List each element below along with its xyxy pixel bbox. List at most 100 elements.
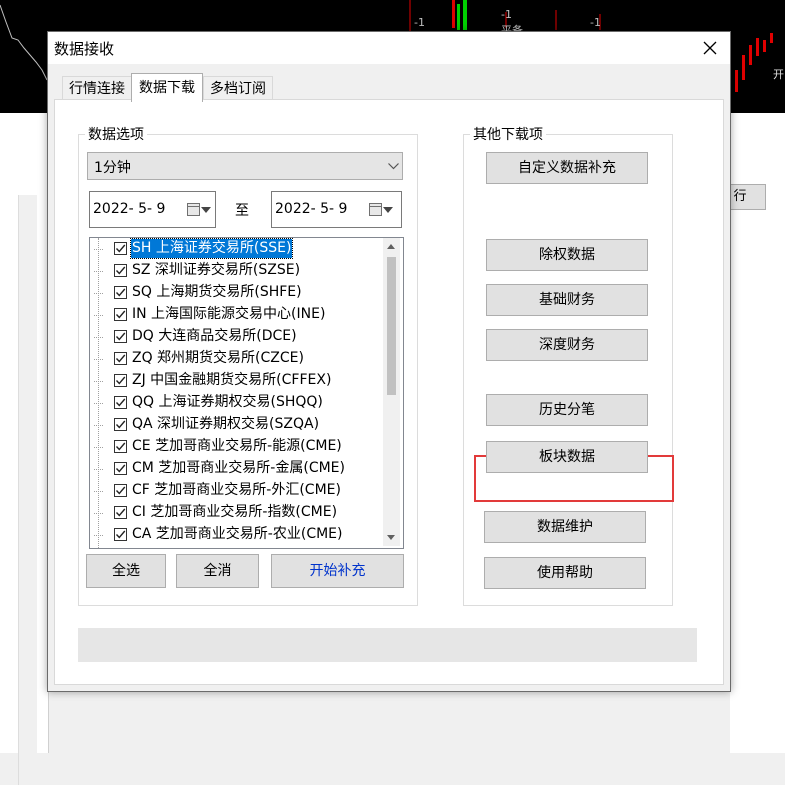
exchange-list-item[interactable]: IN 上海国际能源交易中心(INE) xyxy=(90,304,382,326)
other-downloads-title: 其他下载项 xyxy=(473,127,543,143)
end-date-picker[interactable]: 2022- 5- 9 xyxy=(271,191,402,228)
exchange-list-item[interactable]: SQ 上海期货交易所(SHFE) xyxy=(90,282,382,304)
tree-connector xyxy=(94,326,103,348)
exchange-label: ZQ 郑州期货交易所(CZCE) xyxy=(132,350,304,366)
exchange-list-item[interactable]: CM 芝加哥商业交易所-金属(CME) xyxy=(90,458,382,480)
period-value: 1分钟 xyxy=(94,160,131,176)
start-date-picker[interactable]: 2022- 5- 9 xyxy=(89,191,216,228)
end-date-value: 2022- 5- 9 xyxy=(275,201,348,217)
deep-finance-button[interactable]: 深度财务 xyxy=(486,329,648,361)
exchange-checkbox[interactable] xyxy=(114,484,127,497)
basic-finance-button[interactable]: 基础财务 xyxy=(486,284,648,316)
period-select[interactable]: 1分钟 xyxy=(87,152,403,180)
exchange-list-item[interactable]: CE 芝加哥商业交易所-能源(CME) xyxy=(90,436,382,458)
tree-connector-line xyxy=(94,425,103,427)
checkmark-icon xyxy=(115,288,126,297)
tree-connector xyxy=(94,304,103,326)
select-all-button[interactable]: 全选 xyxy=(86,554,166,588)
calendar-icon xyxy=(187,203,200,216)
history-tick-button[interactable]: 历史分笔 xyxy=(486,394,648,426)
exchange-label: QQ 上海证券期权交易(SHQQ) xyxy=(132,394,323,410)
exchange-list-item[interactable]: SZ 深圳证券交易所(SZSE) xyxy=(90,260,382,282)
checkmark-icon xyxy=(115,332,126,341)
exchange-list-item[interactable]: QA 深圳证券期权交易(SZQA) xyxy=(90,414,382,436)
exchange-label: IN 上海国际能源交易中心(INE) xyxy=(132,306,326,322)
exchange-list-item[interactable]: DQ 大连商品交易所(DCE) xyxy=(90,326,382,348)
exchange-checkbox[interactable] xyxy=(114,440,127,453)
checkmark-icon xyxy=(115,508,126,517)
tree-connector-line xyxy=(94,293,103,295)
exchange-list-item[interactable]: CI 芝加哥商业交易所-指数(CME) xyxy=(90,502,382,524)
exchange-label: SZ 深圳证券交易所(SZSE) xyxy=(132,262,301,278)
chevron-down-icon xyxy=(388,163,399,170)
exchange-list-item[interactable]: CF 芝加哥商业交易所-外汇(CME) xyxy=(90,480,382,502)
chart-label: -1 xyxy=(590,16,601,29)
status-bar xyxy=(78,628,697,662)
exchange-list-item[interactable]: ZJ 中国金融期货交易所(CFFEX) xyxy=(90,370,382,392)
exchange-checkbox[interactable] xyxy=(114,286,127,299)
sector-data-button[interactable]: 板块数据 xyxy=(486,441,648,473)
deselect-all-button[interactable]: 全消 xyxy=(176,554,259,588)
tree-connector xyxy=(94,436,103,458)
tree-connector xyxy=(94,524,103,546)
help-button[interactable]: 使用帮助 xyxy=(484,557,646,589)
tree-connector xyxy=(94,370,103,392)
exchange-list-item[interactable]: CA 芝加哥商业交易所-农业(CME) xyxy=(90,524,382,546)
exchange-list-item[interactable]: QQ 上海证券期权交易(SHQQ) xyxy=(90,392,382,414)
tree-connector-line xyxy=(94,535,103,537)
exchange-checkbox[interactable] xyxy=(114,528,127,541)
exchange-checkbox[interactable] xyxy=(114,396,127,409)
exchange-label: QA 深圳证券期权交易(SZQA) xyxy=(132,416,320,432)
tree-connector-line xyxy=(94,513,103,515)
data-maintenance-button[interactable]: 数据维护 xyxy=(484,511,646,543)
data-receive-dialog: 数据接收 行情连接 数据下载 多档订阅 数据选项 1分钟 2022- 5- 9 … xyxy=(47,31,731,692)
exchange-checkbox[interactable] xyxy=(114,506,127,519)
close-button[interactable] xyxy=(698,36,722,60)
exchange-label: CE 芝加哥商业交易所-能源(CME) xyxy=(132,438,342,454)
tab-data-download[interactable]: 数据下载 xyxy=(131,73,203,102)
exchange-checkbox[interactable] xyxy=(114,462,127,475)
date-separator: 至 xyxy=(235,203,249,219)
tree-connector xyxy=(94,392,103,414)
tree-connector-line xyxy=(94,447,103,449)
exchange-checkbox[interactable] xyxy=(114,242,127,255)
tree-connector-line xyxy=(94,469,103,471)
exchange-list-item[interactable]: ZQ 郑州期货交易所(CZCE) xyxy=(90,348,382,370)
checkmark-icon xyxy=(115,376,126,385)
tree-connector xyxy=(94,260,103,282)
checkmark-icon xyxy=(115,464,126,473)
scroll-up-icon[interactable] xyxy=(387,244,395,249)
checkmark-icon xyxy=(115,530,126,539)
custom-data-fill-button[interactable]: 自定义数据补充 xyxy=(486,152,648,184)
scrollbar-thumb[interactable] xyxy=(387,257,396,395)
chart-label: -1 xyxy=(414,16,425,29)
exchange-checkbox[interactable] xyxy=(114,352,127,365)
checkmark-icon xyxy=(115,442,126,451)
scroll-down-icon[interactable] xyxy=(387,535,395,540)
exchange-checkbox[interactable] xyxy=(114,374,127,387)
tab-quote-connection[interactable]: 行情连接 xyxy=(62,76,132,101)
tab-multi-level-subscription[interactable]: 多档订阅 xyxy=(203,76,273,101)
exchange-label: DQ 大连商品交易所(DCE) xyxy=(132,328,297,344)
tree-connector-line xyxy=(94,337,103,339)
tree-connector xyxy=(94,238,103,260)
background-left-panel xyxy=(0,113,49,785)
tree-connector xyxy=(94,348,103,370)
start-fill-button[interactable]: 开始补充 xyxy=(271,554,404,588)
tree-connector-line xyxy=(94,381,103,383)
exchange-tree-list[interactable]: SH 上海证券交易所(SSE) SZ 深圳证券交易所(SZSE) SQ 上海期货交易… xyxy=(89,237,404,549)
exchange-label: CI 芝加哥商业交易所-指数(CME) xyxy=(132,504,338,520)
exchange-label: CA 芝加哥商业交易所-农业(CME) xyxy=(132,526,343,542)
chart-label: -1 xyxy=(501,8,512,21)
exchange-list-item[interactable]: SH 上海证券交易所(SSE) xyxy=(90,238,382,260)
tab-panel: 数据选项 1分钟 2022- 5- 9 至 2022- 5- 9 SH 上海证券… xyxy=(54,99,724,685)
exchange-label: CM 芝加哥商业交易所-金属(CME) xyxy=(132,460,345,476)
tree-connector xyxy=(94,282,103,304)
exchange-checkbox[interactable] xyxy=(114,308,127,321)
exchange-checkbox[interactable] xyxy=(114,330,127,343)
close-icon xyxy=(703,41,717,55)
exchange-checkbox[interactable] xyxy=(114,418,127,431)
checkmark-icon xyxy=(115,486,126,495)
exchange-checkbox[interactable] xyxy=(114,264,127,277)
ex-rights-data-button[interactable]: 除权数据 xyxy=(486,239,648,271)
